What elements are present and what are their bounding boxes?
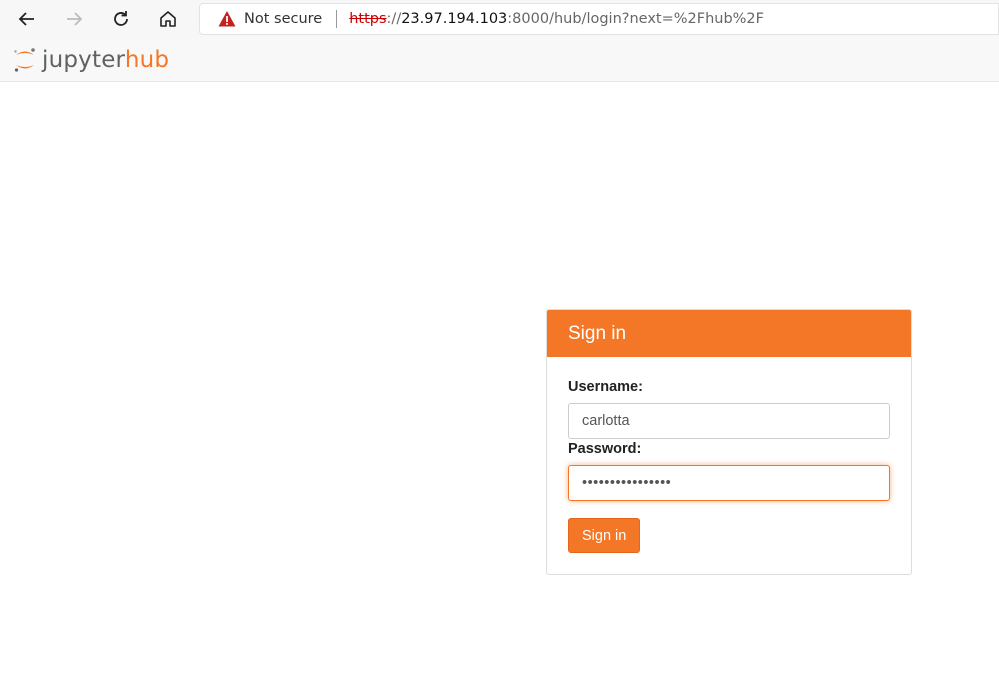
url-scheme: https — [349, 11, 387, 27]
home-icon[interactable] — [153, 4, 183, 34]
logo-text-jupyter: jupyter — [42, 47, 125, 73]
address-bar[interactable]: Not secure https://23.97.194.103:8000/hu… — [199, 3, 999, 35]
security-status[interactable]: Not secure — [244, 11, 322, 27]
password-input[interactable]: •••••••••••••••• — [568, 465, 890, 501]
browser-toolbar: Not secure https://23.97.194.103:8000/hu… — [0, 0, 999, 38]
logo-text-hub: hub — [124, 47, 170, 73]
reload-icon[interactable] — [106, 4, 136, 34]
hub-header: jupyterhub — [0, 38, 999, 82]
warning-icon[interactable] — [218, 10, 236, 28]
password-label: Password: — [568, 441, 642, 457]
url-path: :8000/hub/login?next=%2Fhub%2F — [507, 11, 764, 27]
jupyterhub-logo[interactable]: jupyterhub — [12, 46, 169, 74]
username-label: Username: — [568, 379, 643, 395]
url-host: 23.97.194.103 — [401, 11, 508, 27]
url-text[interactable]: https://23.97.194.103:8000/hub/login?nex… — [349, 11, 764, 27]
username-input[interactable]: carlotta — [568, 403, 890, 439]
sign-in-button[interactable]: Sign in — [568, 518, 641, 553]
url-separator: :// — [386, 11, 402, 27]
login-panel: Sign in Username: carlotta Password: •••… — [546, 309, 912, 575]
forward-icon[interactable] — [59, 4, 89, 34]
jupyter-logo-icon — [14, 48, 35, 72]
login-title: Sign in — [568, 322, 627, 344]
login-panel-header: Sign in — [547, 310, 911, 357]
back-icon[interactable] — [12, 4, 42, 34]
address-divider — [336, 10, 338, 28]
